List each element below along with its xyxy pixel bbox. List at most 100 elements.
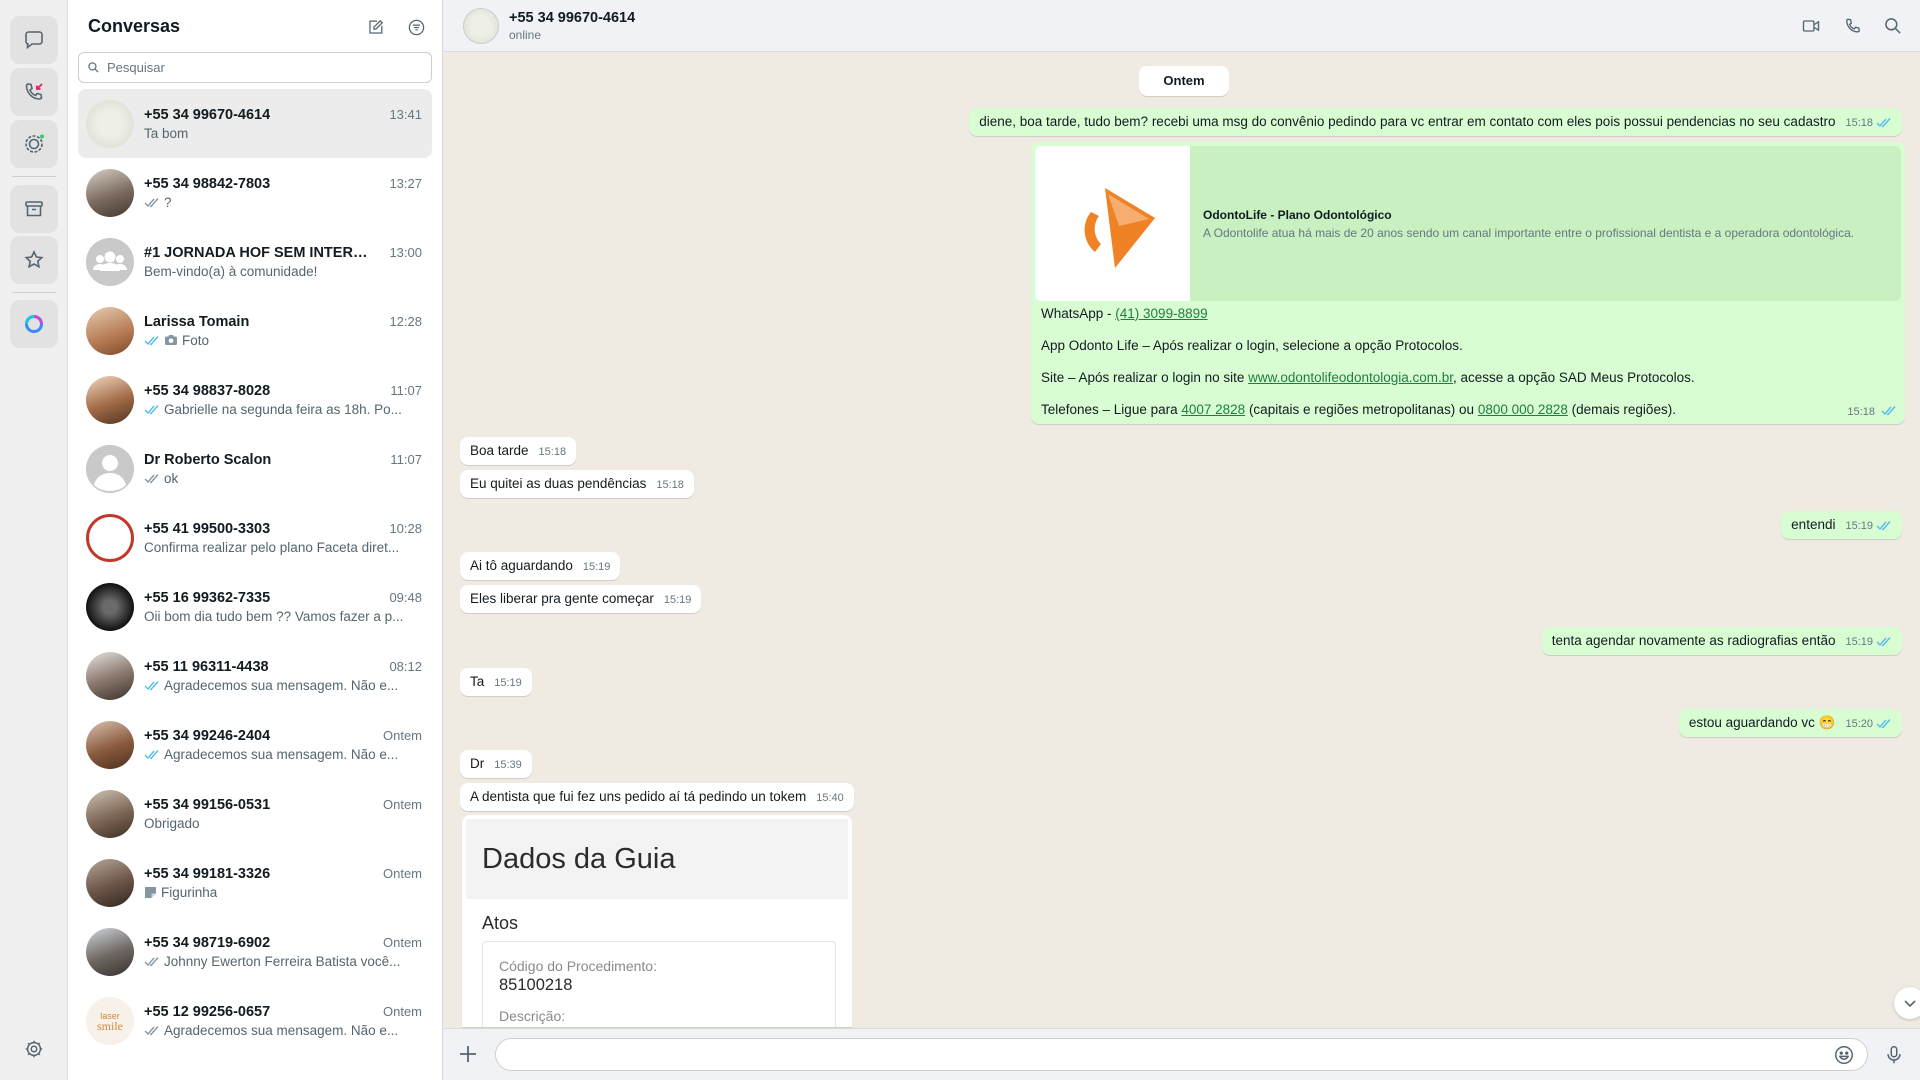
- chat-list-item[interactable]: +55 34 98842-7803 13:27?: [78, 158, 432, 227]
- conversation-header[interactable]: +55 34 99670-4614 online: [443, 0, 1920, 52]
- chat-list-item[interactable]: +55 34 99670-4614 13:41 Ta bom: [78, 89, 432, 158]
- video-call-button[interactable]: [1799, 15, 1823, 37]
- star-icon: [24, 250, 44, 269]
- chat-preview: Figurinha: [144, 885, 422, 900]
- chats-button[interactable]: [10, 16, 58, 64]
- chat-list-item[interactable]: +55 16 99362-7335 09:48 Oii bom dia tudo b…: [78, 572, 432, 641]
- chat-preview-text: Bem-vindo(a) à comunidade!: [144, 263, 318, 279]
- double-check-icon: [144, 197, 159, 207]
- chat-name: +55 34 99670-4614: [144, 106, 271, 123]
- message-text: Ai tô aguardando: [470, 558, 573, 573]
- chat-list-item-body: +55 34 98719-6902 Ontem Johnny Ewerton Fer…: [144, 935, 422, 969]
- chat-name: +55 34 98719-6902: [144, 934, 271, 951]
- chat-time: 10:28: [389, 520, 422, 536]
- link-preview-title: OdontoLife - Plano Odontológico: [1203, 208, 1392, 222]
- chat-list-item[interactable]: Larissa Tomain 12:28 Foto: [78, 296, 432, 365]
- procedure-code-value: 85100218: [499, 976, 573, 994]
- phone-link[interactable]: 0800 000 2828: [1478, 402, 1568, 417]
- double-check-icon: [144, 956, 159, 966]
- chat-list-item[interactable]: +55 34 99181-3326 Ontem Figurinha: [78, 848, 432, 917]
- chat-preview-text: Confirma realizar pelo plano Faceta dire…: [144, 539, 400, 555]
- avatar: [86, 651, 134, 700]
- chat-list-item[interactable]: +55 34 98719-6902 Ontem Johnny Ewerton Fer…: [78, 917, 432, 986]
- message-time: 15:18: [1845, 117, 1873, 129]
- incoming-message[interactable]: Eles liberar pra gente começar 15:19: [460, 585, 702, 613]
- chat-list-item[interactable]: +55 34 99246-2404 Ontem Agradecemos sua me…: [78, 710, 432, 779]
- settings-button[interactable]: [20, 1035, 48, 1063]
- calls-button[interactable]: [10, 68, 58, 116]
- starred-button[interactable]: [10, 236, 58, 284]
- chat-time: Ontem: [382, 865, 422, 881]
- incoming-message[interactable]: Dr 15:39: [460, 750, 532, 778]
- new-chat-button[interactable]: [364, 16, 386, 38]
- emoji-icon[interactable]: [1833, 1044, 1855, 1066]
- link-preview[interactable]: OdontoLife - Plano Odontológico A Odonto…: [1035, 146, 1901, 301]
- archived-button[interactable]: [10, 185, 58, 233]
- incoming-message[interactable]: Ta 15:19: [460, 668, 532, 696]
- phone-link[interactable]: (41) 3099-8899: [1115, 306, 1207, 321]
- chat-time: 11:07: [390, 382, 422, 398]
- search-icon: [1885, 18, 1901, 34]
- chat-preview: ?: [144, 195, 422, 210]
- scroll-to-bottom-button[interactable]: [1894, 987, 1920, 1019]
- message-text: Dr: [470, 756, 485, 771]
- incoming-message[interactable]: Boa tarde 15:18: [460, 437, 577, 465]
- microphone-icon[interactable]: [1883, 1043, 1905, 1067]
- chat-list-item-top: +55 16 99362-7335 09:48: [144, 590, 422, 606]
- camera-icon: [165, 335, 177, 345]
- chat-list-item[interactable]: Dr Roberto Scalon 11:07 ok: [78, 434, 432, 503]
- phone-link[interactable]: 4007 2828: [1181, 402, 1245, 417]
- rail-divider: [12, 292, 56, 293]
- incoming-message[interactable]: Eu quitei as duas pendências 15:18: [460, 470, 694, 498]
- double-check-icon: [1876, 637, 1891, 647]
- conversation-panel: +55 34 99670-4614 online Ontem diene, bo…: [443, 0, 1920, 1080]
- chat-list-item-body: +55 34 98837-8028 11:07 Gabrielle na segun…: [144, 383, 422, 417]
- search-input[interactable]: [107, 60, 407, 75]
- search-chat-button[interactable]: [1881, 15, 1905, 37]
- incoming-message[interactable]: A dentista que fui fez uns pedido aí tá …: [460, 783, 854, 811]
- incoming-message[interactable]: Ai tô aguardando 15:19: [460, 552, 621, 580]
- chat-list-item[interactable]: +55 34 99156-0531 Ontem Obrigado: [78, 779, 432, 848]
- outgoing-message[interactable]: entendi 15:19: [1781, 511, 1902, 539]
- outgoing-message[interactable]: estou aguardando vc 😁 15:20: [1678, 709, 1902, 739]
- message-text: entendi: [1791, 517, 1836, 532]
- avatar: [86, 168, 134, 217]
- link-preview-message[interactable]: OdontoLife - Plano Odontológico A Odonto…: [1031, 142, 1905, 424]
- chat-list-item[interactable]: +55 34 98837-8028 11:07 Gabrielle na segun…: [78, 365, 432, 434]
- card-line-app: App Odonto Life – Após realizar o login,…: [1041, 338, 1463, 353]
- outgoing-message[interactable]: diene, boa tarde, tudo bem? recebi uma m…: [969, 108, 1902, 136]
- outgoing-message[interactable]: tenta agendar novamente as radiografias …: [1541, 627, 1902, 657]
- meta-ai-icon: [25, 315, 43, 333]
- image-message[interactable]: Dados da Guia Atos Código do Procediment…: [462, 815, 852, 1027]
- voice-call-button[interactable]: [1841, 15, 1865, 37]
- read-receipt: [1876, 629, 1892, 657]
- chat-list-item-body: +55 34 98842-7803 13:27?: [144, 176, 422, 210]
- chat-preview: Oii bom dia tudo bem ?? Vamos fazer a p.…: [144, 609, 422, 624]
- double-check-icon: [144, 404, 159, 414]
- chat-list-item[interactable]: #1 JORNADA HOF SEM INTERCO... 13:00 Bem-vi…: [78, 227, 432, 296]
- guia-title: Dados da Guia: [482, 843, 676, 875]
- chat-list-item[interactable]: +55 11 96311-4438 08:12 Agradecemos sua me…: [78, 641, 432, 710]
- chat-preview-text: Oii bom dia tudo bem ?? Vamos fazer a p.…: [144, 608, 404, 624]
- double-check-icon: [1876, 118, 1891, 128]
- avatar: [86, 99, 134, 148]
- guia-details-box: Código do Procedimento: 85100218 Descriç…: [482, 941, 836, 1027]
- meta-ai-button[interactable]: [10, 300, 58, 348]
- filter-button[interactable]: [405, 16, 427, 38]
- chat-preview: Agradecemos sua mensagem. Não e...: [144, 1023, 422, 1038]
- chat-time: 09:48: [389, 589, 422, 605]
- chat-list-item[interactable]: laser smile +55 12 99256-0657 Ontem Agradece…: [78, 986, 432, 1055]
- chat-name: +55 34 98837-8028: [144, 382, 271, 399]
- website-link[interactable]: www.odontolifeodontologia.com.br: [1248, 370, 1453, 385]
- message-time: 15:40: [816, 792, 844, 804]
- chat-list-item[interactable]: +55 41 99500-3303 10:28 Confirma realizar …: [78, 503, 432, 572]
- chat-preview-text: Obrigado: [144, 815, 200, 831]
- read-receipt: [1876, 711, 1892, 739]
- message-input[interactable]: [510, 1039, 1830, 1069]
- chat-list-item-top: +55 34 99670-4614 13:41: [144, 107, 422, 123]
- status-button[interactable]: [10, 120, 58, 168]
- search-bar: [78, 52, 432, 83]
- attach-button[interactable]: [457, 1043, 479, 1065]
- avatar: [86, 720, 134, 769]
- contact-avatar[interactable]: [463, 7, 499, 44]
